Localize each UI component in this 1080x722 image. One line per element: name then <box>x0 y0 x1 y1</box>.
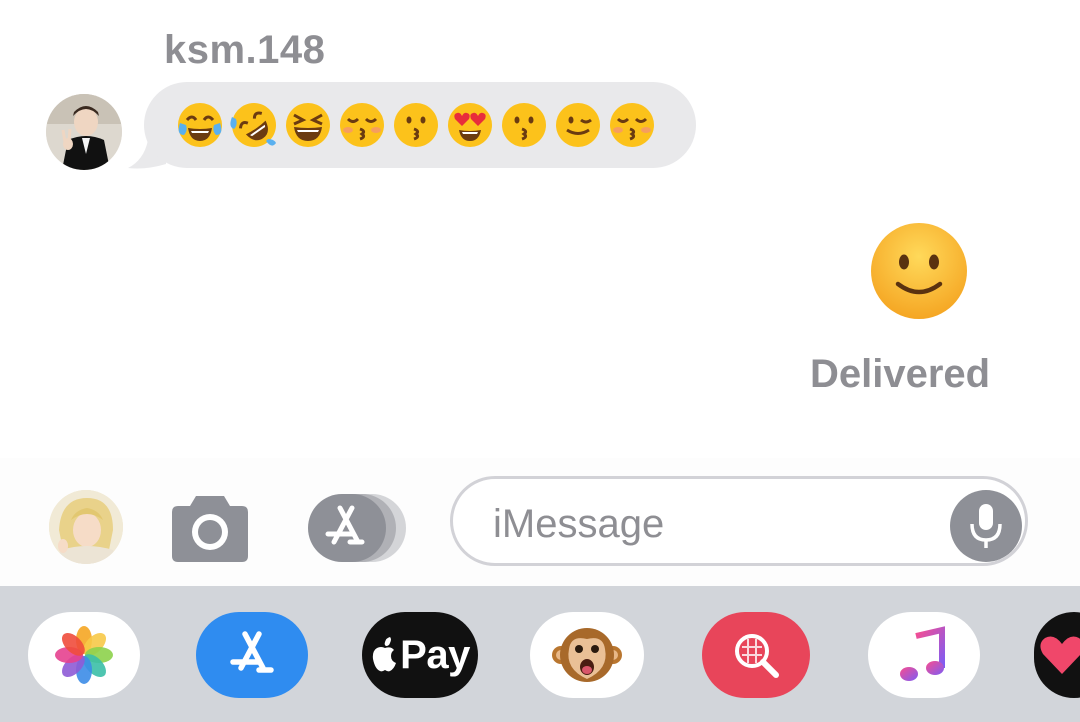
kissing-emoji <box>502 103 546 147</box>
sender-avatar[interactable] <box>46 94 122 170</box>
photos-app-button[interactable] <box>28 612 140 698</box>
heart-icon <box>1040 636 1080 674</box>
apple-pay-icon <box>372 637 397 672</box>
delivery-status: Delivered <box>810 352 991 396</box>
sender-name: ksm.148 <box>164 28 326 72</box>
apple-pay-label: Pay <box>400 632 470 677</box>
app-store-drawer-icon[interactable] <box>306 492 408 564</box>
monkey-animoji-icon <box>552 628 622 682</box>
rofl-emoji <box>230 103 276 147</box>
app-store-app-button[interactable] <box>196 612 308 698</box>
kissing-closed-eyes-emoji <box>340 103 384 147</box>
incoming-emoji-row <box>174 98 658 152</box>
animoji-app-button[interactable] <box>530 612 644 698</box>
music-note-icon <box>900 626 945 681</box>
microphone-icon[interactable] <box>950 490 1022 562</box>
image-search-icon <box>735 634 779 678</box>
grinning-squinting-emoji <box>286 103 330 147</box>
message-input-placeholder: iMessage <box>493 502 665 546</box>
heart-eyes-emoji <box>448 103 492 147</box>
tears-of-joy-emoji <box>178 103 222 147</box>
my-avatar-button[interactable] <box>49 490 123 564</box>
image-search-app-button[interactable] <box>702 612 810 698</box>
apple-pay-app-button[interactable]: Pay <box>362 612 478 698</box>
kissing-emoji <box>394 103 438 147</box>
slightly-smiling-emoji[interactable] <box>868 220 970 322</box>
app-store-icon <box>230 631 274 673</box>
music-app-button[interactable] <box>868 612 980 698</box>
kissing-closed-eyes-emoji <box>610 103 654 147</box>
winking-emoji <box>556 103 600 147</box>
photos-icon <box>55 626 113 684</box>
camera-icon[interactable] <box>168 492 252 564</box>
